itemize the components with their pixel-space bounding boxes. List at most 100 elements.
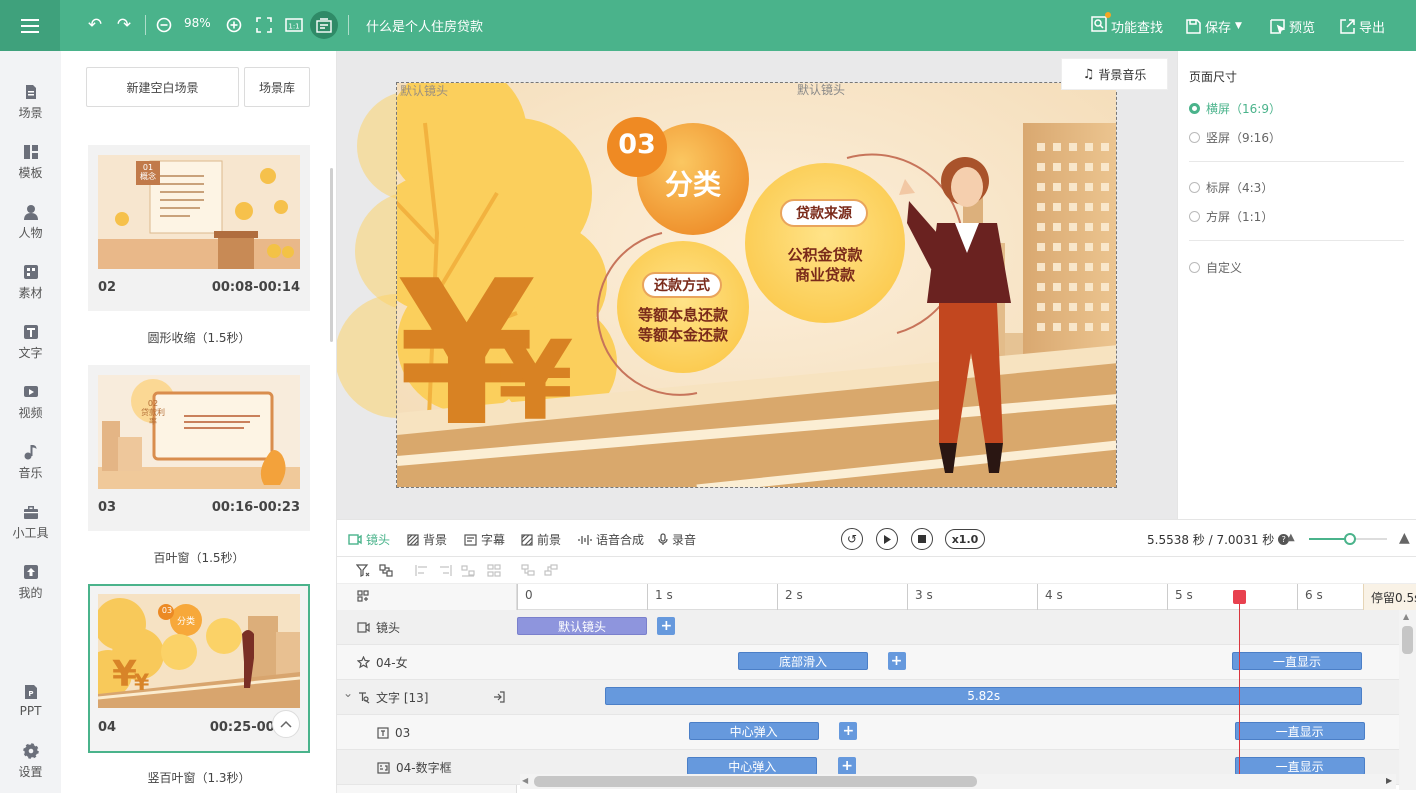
fullscreen-icon[interactable]	[254, 13, 274, 37]
stage-canvas[interactable]: ¥ ¥ 默认镜头 03 分类 还款方式 等额本息还款 等额本金还款 贷款来源 公…	[396, 82, 1117, 488]
track-label[interactable]: 04-女	[357, 645, 408, 680]
add-animation-button[interactable]: +	[838, 757, 857, 775]
ruler-tick	[647, 584, 648, 610]
tab-foreground[interactable]: 前景	[521, 531, 561, 548]
align-left-icon[interactable]	[415, 564, 429, 577]
tab-background[interactable]: 背景	[407, 531, 447, 548]
main-menu-button[interactable]	[0, 0, 60, 51]
scene-transition-label[interactable]: 竖百叶窗（1.3秒）	[61, 769, 337, 786]
group-icon[interactable]	[379, 564, 393, 577]
sidebar-item-character[interactable]: 人物	[0, 194, 61, 250]
sidebar-item-tools[interactable]: 小工具	[0, 494, 61, 550]
animation-clip[interactable]: 一直显示	[1232, 652, 1362, 670]
radio-landscape[interactable]: 横屏（16:9）	[1189, 100, 1281, 117]
horizontal-scroll-thumb[interactable]	[534, 776, 977, 787]
replay-button[interactable]: ↺	[841, 528, 863, 550]
undo-icon[interactable]: ↶	[84, 13, 106, 37]
expand-group-icon[interactable]	[493, 691, 505, 703]
actual-size-icon[interactable]: 1:1	[284, 13, 304, 37]
stop-button[interactable]	[911, 528, 933, 550]
radio-square[interactable]: 方屏（1:1）	[1189, 208, 1273, 225]
timeline-ruler[interactable]: 0 1 s 2 s 3 s 4 s 5 s 6 s	[517, 584, 1416, 610]
zoom-out-icon[interactable]	[154, 13, 174, 37]
scene-transition-label[interactable]: 圆形收缩（1.5秒）	[61, 329, 337, 346]
distribute-icon[interactable]	[461, 564, 475, 577]
new-blank-scene-button[interactable]: 新建空白场景	[86, 67, 239, 107]
add-animation-button[interactable]: +	[887, 652, 906, 670]
sidebar-item-scene[interactable]: 场景	[0, 74, 61, 130]
stack-down-icon[interactable]	[521, 564, 535, 577]
animation-clip[interactable]: 一直显示	[1234, 722, 1365, 740]
timeline-zoom-handle[interactable]	[1343, 533, 1356, 545]
section-title[interactable]: 分类	[665, 163, 721, 203]
sidebar-item-ppt[interactable]: P PPT	[0, 673, 61, 729]
document-title[interactable]: 什么是个人住房贷款	[366, 16, 483, 35]
scroll-top-button[interactable]	[272, 710, 300, 738]
sidebar-item-settings[interactable]: 设置	[0, 733, 61, 789]
repayment-methods[interactable]: 等额本息还款 等额本金还款	[623, 305, 743, 345]
sidebar-item-mine[interactable]: 我的	[0, 554, 61, 610]
align-right-icon[interactable]	[438, 564, 452, 577]
export-label: 导出	[1359, 20, 1386, 36]
radio-custom[interactable]: 自定义	[1189, 259, 1242, 276]
scene-card-02[interactable]: 01 概念 02 00:08-00:14	[88, 145, 310, 311]
track-label[interactable]: 04-数字框	[377, 750, 452, 785]
tab-record[interactable]: 录音	[658, 531, 696, 548]
scroll-left-arrow-icon[interactable]: ◀	[522, 776, 528, 785]
sidebar-item-music[interactable]: 音乐	[0, 434, 61, 490]
tab-camera[interactable]: 镜头	[348, 531, 390, 548]
tab-tts[interactable]: 语音合成	[578, 531, 644, 548]
radio-portrait[interactable]: 竖屏（9:16）	[1189, 129, 1281, 146]
animation-clip[interactable]: 5.82s	[605, 687, 1362, 705]
play-button[interactable]	[876, 528, 898, 550]
feature-search-button[interactable]: 功能查找	[1091, 12, 1163, 38]
scene-library-button[interactable]: 场景库	[244, 67, 310, 107]
tab-subtitle[interactable]: 字幕	[464, 531, 505, 548]
track-label[interactable]: 镜头	[357, 610, 400, 645]
sidebar-item-text[interactable]: 文字	[0, 314, 61, 370]
zoom-in-icon[interactable]	[224, 13, 244, 37]
playhead-handle[interactable]	[1232, 590, 1246, 604]
collapse-chevron-icon[interactable]: ⌄	[343, 686, 353, 700]
subtitle-mode-icon[interactable]	[310, 11, 338, 39]
preview-button[interactable]: 预览	[1270, 14, 1315, 38]
vertical-scroll-thumb[interactable]	[1402, 626, 1413, 654]
scene-card-04[interactable]: ¥ ¥ 03 分类 04 00:25-00:31	[88, 584, 310, 753]
save-button[interactable]: 保存 ▼	[1186, 14, 1242, 38]
stack-up-icon[interactable]	[544, 564, 558, 577]
animation-clip[interactable]: 中心弹入	[687, 757, 818, 775]
background-music-button[interactable]: ♫ 背景音乐	[1061, 58, 1168, 90]
layout-grid-icon[interactable]	[357, 590, 369, 602]
scroll-up-arrow-icon[interactable]: ▲	[1403, 612, 1409, 621]
animation-clip[interactable]: 默认镜头	[517, 617, 647, 635]
speed-button[interactable]: x1.0	[945, 529, 985, 549]
loan-sources[interactable]: 公积金贷款 商业贷款	[767, 245, 883, 285]
scene-list-scrollbar[interactable]	[330, 168, 333, 342]
add-animation-button[interactable]: +	[839, 722, 858, 740]
track-label[interactable]: ⌄ 文字 [13]	[343, 680, 428, 715]
radio-standard[interactable]: 标屏（4:3）	[1189, 179, 1273, 196]
add-animation-button[interactable]: +	[657, 617, 676, 635]
redo-icon[interactable]: ↷	[113, 13, 135, 37]
arrange-icon[interactable]	[487, 564, 501, 577]
animation-clip[interactable]: 中心弹入	[688, 722, 819, 740]
playhead-line[interactable]	[1238, 592, 1240, 778]
track-label[interactable]: 03	[377, 715, 410, 750]
stay-duration-label[interactable]: 停留0.5s	[1363, 584, 1416, 610]
sidebar-item-video[interactable]: 视频	[0, 374, 61, 430]
filter-icon[interactable]	[356, 564, 370, 577]
animation-clip[interactable]: 一直显示	[1234, 757, 1365, 775]
scene-card-03[interactable]: 02 贷款利率 03 00:16-00:23	[88, 365, 310, 531]
scroll-right-arrow-icon[interactable]: ▶	[1386, 776, 1392, 785]
zoom-out-timeline-icon[interactable]: ▲	[1287, 532, 1295, 543]
section-number[interactable]: 03	[615, 129, 659, 160]
sidebar-item-template[interactable]: 模板	[0, 134, 61, 190]
sidebar-item-material[interactable]: 素材	[0, 254, 61, 310]
loan-source-title[interactable]: 贷款来源	[781, 203, 867, 223]
scene-transition-label[interactable]: 百叶窗（1.5秒）	[61, 549, 337, 566]
timeline-zoom-slider[interactable]	[1309, 533, 1387, 545]
repayment-title[interactable]: 还款方式	[643, 275, 721, 295]
export-button[interactable]: 导出	[1340, 14, 1385, 38]
animation-clip[interactable]: 底部滑入	[738, 652, 868, 670]
zoom-in-timeline-icon[interactable]: ▲	[1399, 530, 1410, 546]
